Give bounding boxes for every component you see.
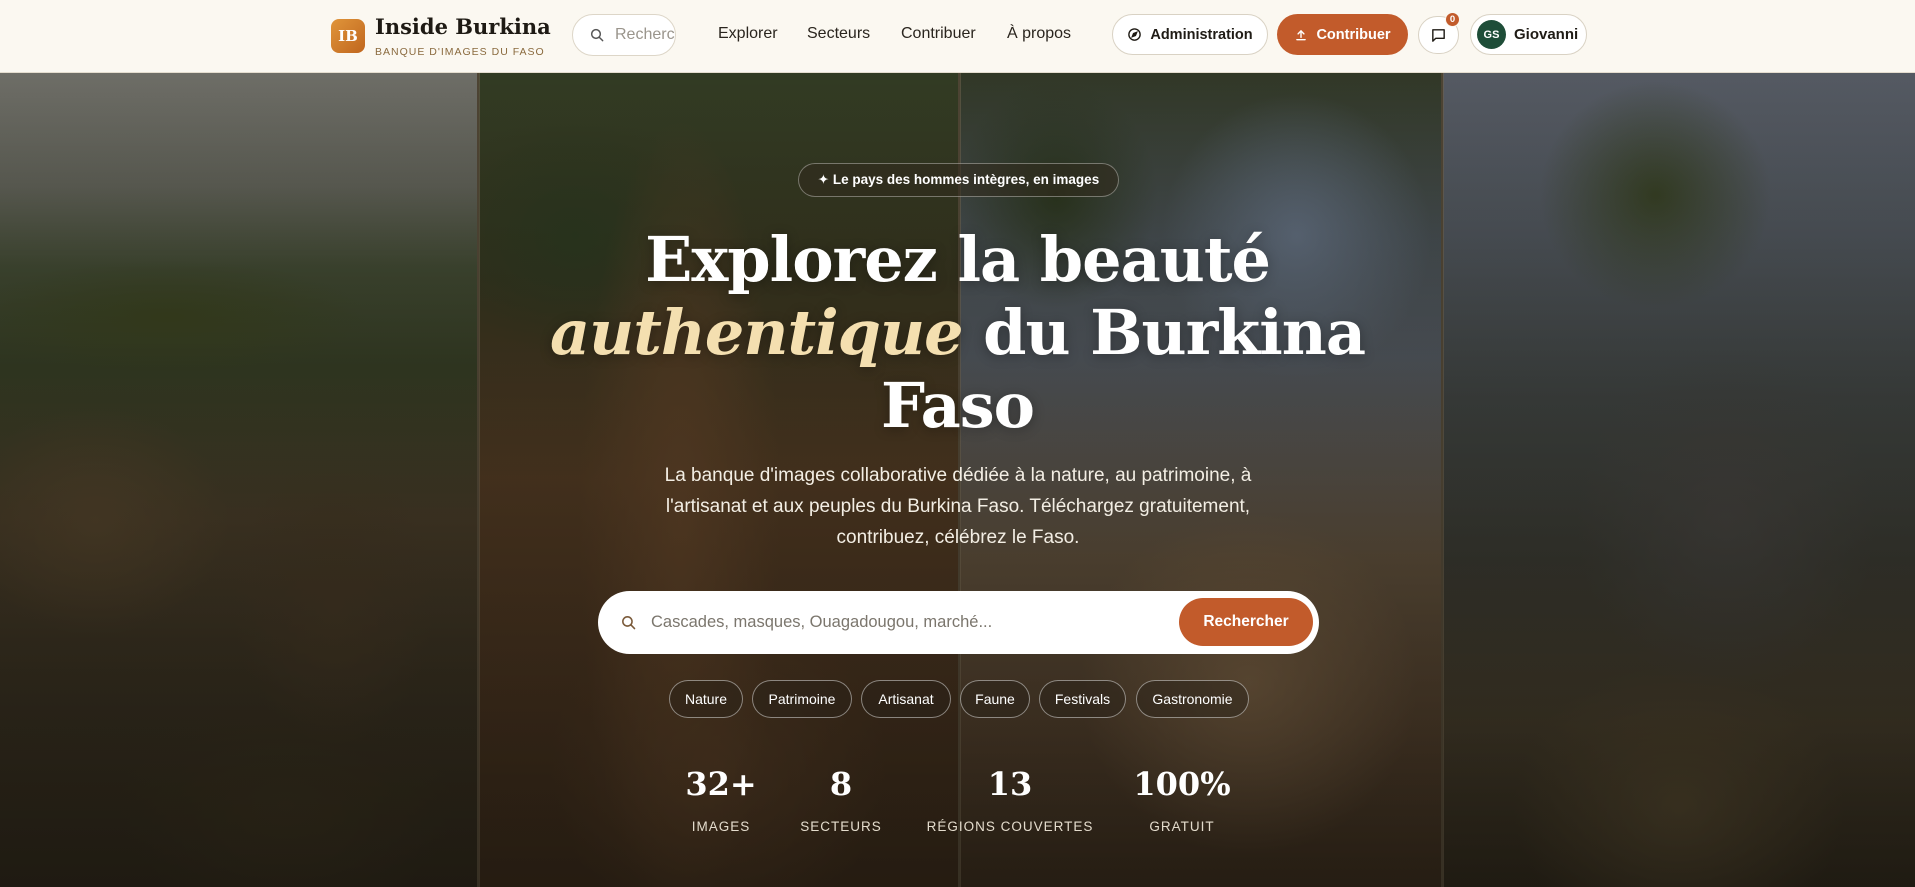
- nav-a-propos[interactable]: À propos: [1007, 25, 1071, 43]
- category-chip-patrimoine[interactable]: Patrimoine: [752, 680, 852, 718]
- hero-title: Explorez la beauté authentique du Burkin…: [480, 223, 1435, 442]
- messages-count-badge: 0: [1445, 12, 1460, 27]
- administration-button[interactable]: Administration: [1112, 14, 1268, 55]
- hero-section: ✦ Le pays des hommes intègres, en images…: [0, 73, 1915, 887]
- stat-sectors-label: SECTEURS: [800, 819, 882, 834]
- search-icon: [622, 616, 636, 630]
- category-chip-festivals[interactable]: Festivals: [1039, 680, 1126, 718]
- hero-description: La banque d'images collaborative dédiée …: [664, 465, 1252, 548]
- hero-title-accent: authentique: [549, 296, 964, 369]
- avatar: GS: [1477, 20, 1506, 49]
- hero-tagline: ✦ Le pays des hommes intègres, en images: [798, 163, 1119, 197]
- header-search-input[interactable]: [615, 26, 675, 44]
- brand-title[interactable]: Inside Burkina: [375, 14, 551, 39]
- user-name: Giovanni: [1514, 26, 1579, 43]
- contribute-label: Contribuer: [1316, 26, 1391, 43]
- header-search[interactable]: [572, 14, 676, 56]
- stat-free-label: GRATUIT: [1149, 819, 1215, 834]
- stat-sectors-value: 8: [829, 765, 853, 803]
- hero-search-bar[interactable]: Rechercher: [598, 591, 1319, 654]
- search-button[interactable]: Rechercher: [1179, 598, 1313, 646]
- stat-images-value: 32+: [685, 765, 757, 803]
- category-chip-artisanat[interactable]: Artisanat: [861, 680, 951, 718]
- category-chip-faune[interactable]: Faune: [960, 680, 1030, 718]
- logo-badge[interactable]: IB: [331, 19, 365, 53]
- administration-label: Administration: [1150, 26, 1253, 43]
- hero-title-part1: Explorez la beauté: [645, 223, 1271, 296]
- search-icon: [590, 28, 604, 42]
- stat-free-value: 100%: [1133, 765, 1231, 803]
- category-chip-nature[interactable]: Nature: [669, 680, 743, 718]
- category-chip-gastronomie[interactable]: Gastronomie: [1136, 680, 1249, 718]
- top-header: IB Inside Burkina BANQUE D'IMAGES DU FAS…: [0, 0, 1915, 73]
- nav-secteurs[interactable]: Secteurs: [807, 25, 870, 43]
- brand-subtitle: BANQUE D'IMAGES DU FASO: [375, 46, 545, 58]
- nav-contribuer[interactable]: Contribuer: [901, 25, 976, 43]
- upload-icon: [1296, 29, 1307, 40]
- compass-icon: [1128, 28, 1142, 41]
- nav-explorer[interactable]: Explorer: [718, 25, 778, 43]
- contribute-button[interactable]: Contribuer: [1277, 14, 1408, 55]
- hero-search-input[interactable]: [651, 613, 1171, 632]
- message-icon: [1432, 28, 1445, 42]
- stat-regions-value: 13: [987, 765, 1033, 803]
- user-menu[interactable]: GS Giovanni: [1470, 14, 1587, 55]
- stat-regions-label: RÉGIONS COUVERTES: [926, 819, 1094, 834]
- stat-images-label: IMAGES: [691, 819, 751, 834]
